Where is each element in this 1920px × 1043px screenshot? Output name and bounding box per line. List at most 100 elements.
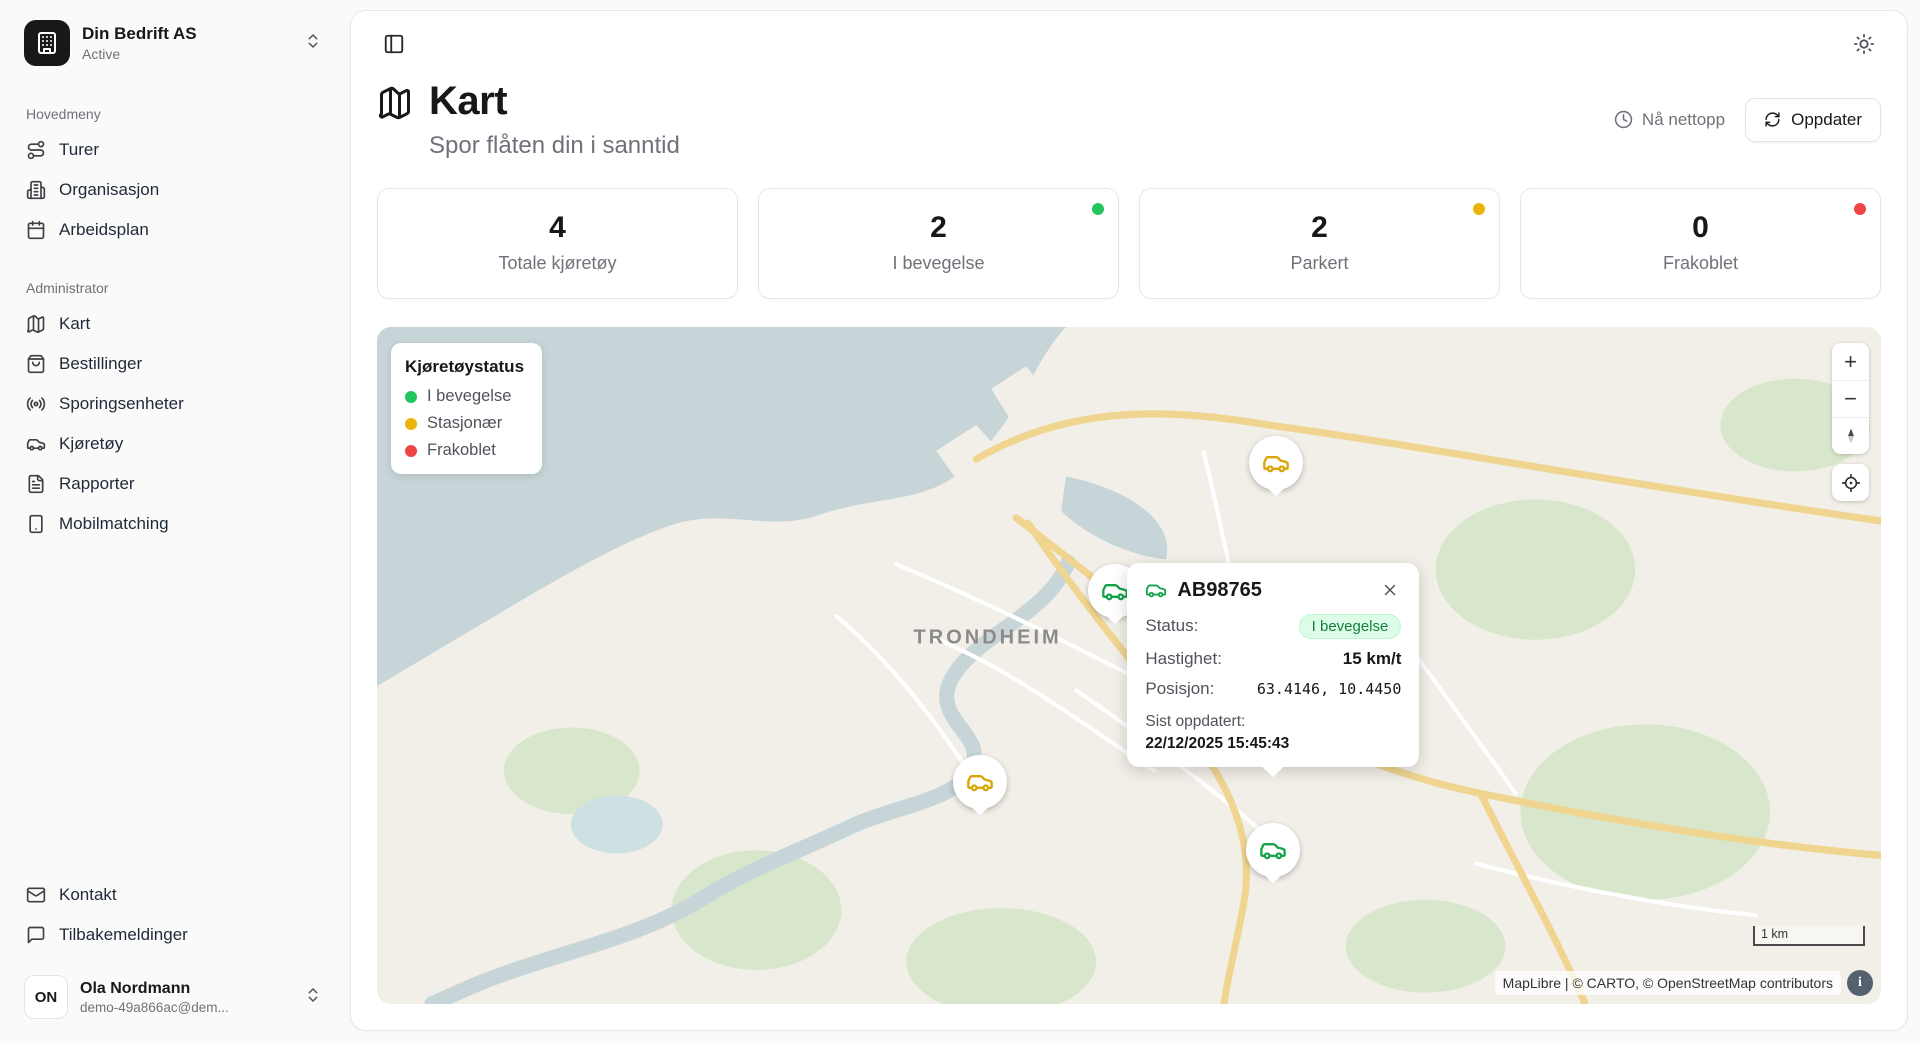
message-square-icon <box>26 925 46 945</box>
user-menu[interactable]: ON Ola Nordmann demo-49a866ac@dem... <box>16 969 330 1025</box>
legend-item-moving: I bevegelse <box>405 387 524 406</box>
map-attribution: MapLibre | © CARTO, © OpenStreetMap cont… <box>1495 970 1873 996</box>
car-icon <box>1259 836 1287 864</box>
sidebar-item-sporingsenheter[interactable]: Sporingsenheter <box>16 384 330 424</box>
close-icon <box>1381 581 1399 599</box>
route-icon <box>26 140 46 160</box>
clock-icon <box>1614 110 1633 129</box>
sidebar-item-label: Arbeidsplan <box>59 220 149 240</box>
company-name: Din Bedrift AS <box>82 24 292 44</box>
vehicle-marker-stationary[interactable] <box>1249 436 1303 490</box>
avatar: ON <box>24 975 68 1019</box>
popup-row-speed: Hastighet: 15 km/t <box>1145 649 1401 669</box>
popup-row-status: Status: I bevegelse <box>1145 614 1401 639</box>
status-dot-red <box>405 445 417 457</box>
main-area: Kart Spor flåten din i sanntid Nå nettop… <box>346 0 1920 1043</box>
stat-label: Parkert <box>1150 253 1489 274</box>
car-icon <box>1262 449 1290 477</box>
info-icon[interactable]: i <box>1847 970 1873 996</box>
refresh-label: Oppdater <box>1791 110 1862 130</box>
sidebar-item-tilbakemeldinger[interactable]: Tilbakemeldinger <box>16 915 330 955</box>
page-title: Kart <box>429 79 680 124</box>
sidebar-item-organisasjon[interactable]: Organisasjon <box>16 170 330 210</box>
sidebar-item-kart[interactable]: Kart <box>16 304 330 344</box>
attribution-text: MapLibre | © CARTO, © OpenStreetMap cont… <box>1495 971 1841 995</box>
company-status: Active <box>82 46 292 62</box>
user-name: Ola Nordmann <box>80 980 292 998</box>
sidebar-item-label: Turer <box>59 140 99 160</box>
status-badge: I bevegelse <box>1299 614 1402 639</box>
popup-close-button[interactable] <box>1379 579 1401 601</box>
sidebar-item-turer[interactable]: Turer <box>16 130 330 170</box>
stat-value: 4 <box>388 211 727 245</box>
vehicle-plate: AB98765 <box>1177 579 1369 602</box>
chevrons-up-down-icon <box>304 986 322 1009</box>
building-icon <box>26 180 46 200</box>
stat-label: Totale kjøretøy <box>388 253 727 274</box>
status-dot-yellow <box>405 418 417 430</box>
sidebar-item-label: Organisasjon <box>59 180 159 200</box>
page-subtitle: Spor flåten din i sanntid <box>429 132 680 160</box>
map-icon <box>377 79 413 160</box>
topbar <box>377 27 1881 61</box>
zoom-in-button[interactable]: + <box>1832 343 1869 380</box>
sidebar-item-bestillinger[interactable]: Bestillinger <box>16 344 330 384</box>
refresh-button[interactable]: Oppdater <box>1745 98 1881 142</box>
zoom-out-button[interactable]: − <box>1832 380 1869 417</box>
page-header: Kart Spor flåten din i sanntid Nå nettop… <box>377 79 1881 160</box>
theme-toggle-button[interactable] <box>1847 27 1881 61</box>
legend-title: Kjøretøystatus <box>405 357 524 377</box>
content-card: Kart Spor flåten din i sanntid Nå nettop… <box>350 10 1908 1031</box>
sidebar-item-label: Mobilmatching <box>59 514 169 534</box>
vehicle-popup: AB98765 Status: I bevegelse Hastighet: 1… <box>1127 563 1419 767</box>
map-canvas[interactable]: TRONDHEIM Kjøretøystatus I bevegelse Sta… <box>377 327 1881 1004</box>
vehicle-marker-selected[interactable] <box>1246 823 1300 877</box>
map-controls: + − <box>1832 343 1869 501</box>
shopping-bag-icon <box>26 354 46 374</box>
section-administrator: Administrator <box>26 280 330 296</box>
stats-row: 4 Totale kjøretøy 2 I bevegelse 2 Parker… <box>377 188 1881 299</box>
sidebar-item-rapporter[interactable]: Rapporter <box>16 464 330 504</box>
car-icon <box>1101 577 1129 605</box>
sidebar-item-mobilmatching[interactable]: Mobilmatching <box>16 504 330 544</box>
legend-item-offline: Frakoblet <box>405 441 524 460</box>
sidebar-item-kjoretoy[interactable]: Kjøretøy <box>16 424 330 464</box>
updated-value: 22/12/2025 15:45:43 <box>1145 735 1401 753</box>
map-legend: Kjøretøystatus I bevegelse Stasjonær Fra… <box>391 343 542 474</box>
stat-label: I bevegelse <box>769 253 1108 274</box>
sidebar-item-label: Kart <box>59 314 90 334</box>
stat-value: 2 <box>769 211 1108 245</box>
mail-icon <box>26 885 46 905</box>
compass-button[interactable] <box>1832 417 1869 454</box>
locate-icon <box>1841 473 1861 493</box>
car-icon <box>26 434 46 454</box>
stat-value: 2 <box>1150 211 1489 245</box>
stat-offline: 0 Frakoblet <box>1520 188 1881 299</box>
company-switcher[interactable]: Din Bedrift AS Active <box>16 14 330 72</box>
sidebar-toggle-button[interactable] <box>377 27 411 61</box>
sidebar-item-label: Kontakt <box>59 885 117 905</box>
sidebar-item-label: Bestillinger <box>59 354 142 374</box>
popup-row-position: Posisjon: 63.4146, 10.4450 <box>1145 679 1401 699</box>
city-label: TRONDHEIM <box>914 627 1062 650</box>
smartphone-icon <box>26 514 46 534</box>
vehicle-marker-stationary[interactable] <box>953 755 1007 809</box>
locate-button[interactable] <box>1832 464 1869 501</box>
file-text-icon <box>26 474 46 494</box>
chevrons-up-down-icon <box>304 32 322 55</box>
car-icon <box>1145 579 1167 601</box>
car-icon <box>966 768 994 796</box>
sidebar-item-kontakt[interactable]: Kontakt <box>16 875 330 915</box>
radio-icon <box>26 394 46 414</box>
updated-label: Sist oppdatert: <box>1145 713 1401 731</box>
position-value: 63.4146, 10.4450 <box>1257 680 1402 698</box>
calendar-icon <box>26 220 46 240</box>
map-scale: 1 km <box>1753 926 1865 946</box>
sidebar-item-arbeidsplan[interactable]: Arbeidsplan <box>16 210 330 250</box>
legend-item-stationary: Stasjonær <box>405 414 524 433</box>
last-updated-text: Nå nettopp <box>1642 110 1725 130</box>
stat-moving: 2 I bevegelse <box>758 188 1119 299</box>
compass-needle-icon <box>1841 426 1861 446</box>
sidebar-item-label: Sporingsenheter <box>59 394 184 414</box>
stat-value: 0 <box>1531 211 1870 245</box>
